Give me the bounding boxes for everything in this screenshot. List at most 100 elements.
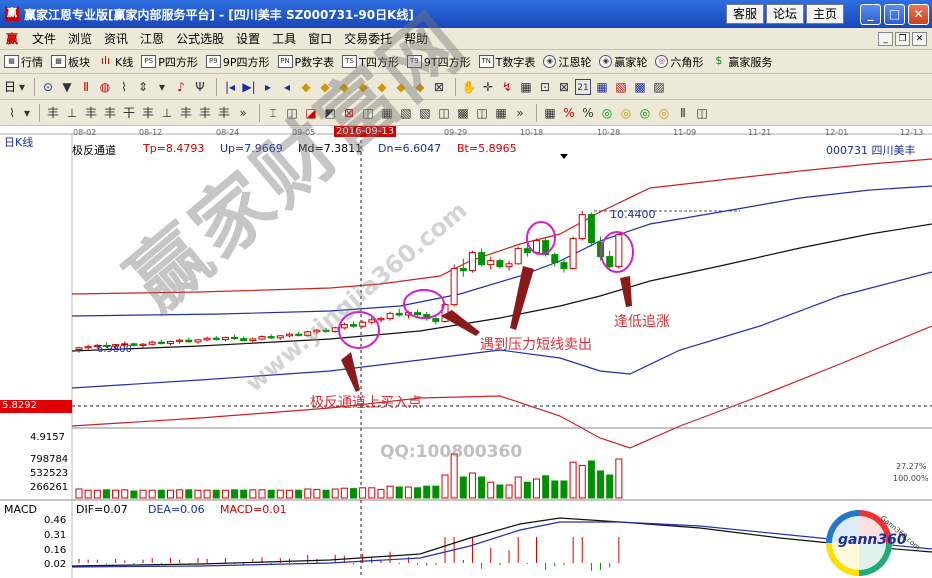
- tool-icon[interactable]: Ⅱ: [78, 79, 94, 95]
- tool-icon[interactable]: ▶|: [241, 79, 257, 95]
- tool-icon[interactable]: ⊙: [40, 79, 56, 95]
- draw-tool-icon[interactable]: ◫: [474, 105, 490, 121]
- circle-tool-icon[interactable]: ◎: [599, 105, 615, 121]
- candle-body: [148, 341, 156, 345]
- volume-bar: [533, 478, 540, 499]
- winner-service-button[interactable]: $ 赢家服务: [711, 54, 772, 70]
- macd-tick: 0.31: [44, 530, 67, 541]
- volume-bar: [505, 484, 513, 499]
- tool-icon[interactable]: |◂: [222, 79, 238, 95]
- draw-tool-icon[interactable]: 丰: [216, 105, 232, 121]
- period-select[interactable]: 日: [4, 78, 16, 95]
- mdi-restore-icon[interactable]: ❐: [895, 32, 910, 46]
- circle-tool-icon[interactable]: ◎: [618, 105, 634, 121]
- p-square-button[interactable]: PS P四方形: [141, 54, 198, 70]
- tool-icon[interactable]: ⊡: [537, 79, 553, 95]
- draw-tool-icon[interactable]: 丰: [45, 105, 61, 121]
- menu-browse[interactable]: 浏览: [62, 31, 98, 47]
- volume-bar: [514, 476, 522, 499]
- hexagon-button[interactable]: ◎ 六角形: [655, 54, 703, 70]
- tool-icon[interactable]: ↯: [499, 79, 515, 95]
- menu-info[interactable]: 资讯: [98, 31, 134, 47]
- t-number-table-button[interactable]: TN T数字表: [478, 54, 535, 70]
- tool-icon[interactable]: ⇕: [135, 79, 151, 95]
- 9p-square-button[interactable]: P9 9P四方形: [205, 54, 270, 70]
- draw-tool-icon[interactable]: 干: [121, 105, 137, 121]
- period-dropdown-icon[interactable]: ▾: [18, 79, 26, 95]
- volume-bar: [276, 489, 284, 499]
- tool-icon[interactable]: ♪: [173, 79, 189, 95]
- volume-bar: [203, 489, 211, 499]
- close-icon[interactable]: ✕: [908, 4, 929, 25]
- tool-icon[interactable]: ▦: [594, 79, 610, 95]
- volume-bar: [212, 489, 220, 499]
- dropdown-icon[interactable]: ▾: [23, 105, 31, 121]
- tool-icon[interactable]: ▦: [518, 79, 534, 95]
- candle-body: [139, 343, 147, 346]
- tool-icon[interactable]: ▾: [154, 79, 170, 95]
- service-button[interactable]: 客服: [726, 4, 765, 24]
- percent-icon[interactable]: %: [561, 105, 577, 121]
- menu-tools[interactable]: 工具: [266, 31, 302, 47]
- menu-settings[interactable]: 设置: [230, 31, 266, 47]
- percent-icon[interactable]: %: [580, 105, 596, 121]
- table-icon[interactable]: ▦: [542, 105, 558, 121]
- candle-body: [249, 338, 257, 342]
- tool-icon[interactable]: ◍: [97, 79, 113, 95]
- chart-area[interactable]: 08-02 08-12 08-24 09-05 2016-09-13 09-29…: [0, 0, 932, 578]
- circle-tool-icon[interactable]: ◎: [656, 105, 672, 121]
- circle-tool-icon[interactable]: ◎: [637, 105, 653, 121]
- maximize-icon[interactable]: □: [884, 4, 905, 25]
- candle-body: [514, 248, 522, 265]
- volume-bar: [496, 484, 504, 499]
- tool-icon[interactable]: Ψ: [192, 79, 208, 95]
- candle-body: [212, 337, 220, 340]
- kline-chart[interactable]: [0, 126, 932, 578]
- draw-tool-icon[interactable]: ▦: [493, 105, 509, 121]
- winner-wheel-button[interactable]: ◉ 赢家轮: [599, 54, 647, 70]
- tool-icon[interactable]: ▧: [613, 79, 629, 95]
- menu-file[interactable]: 文件: [26, 31, 62, 47]
- volume-bar: [578, 464, 586, 499]
- draw-tool-icon[interactable]: 丰: [178, 105, 194, 121]
- forum-button[interactable]: 论坛: [766, 4, 805, 24]
- draw-tool-icon[interactable]: Ⅱ: [675, 105, 691, 121]
- draw-tool-icon[interactable]: ◫: [694, 105, 710, 121]
- draw-tool-icon[interactable]: 丰: [140, 105, 156, 121]
- draw-tool-icon[interactable]: ⊥: [159, 105, 175, 121]
- menu-formula[interactable]: 公式选股: [170, 31, 230, 47]
- minimize-icon[interactable]: _: [860, 4, 881, 25]
- tool-icon[interactable]: ⌇: [116, 79, 132, 95]
- crosshair-icon[interactable]: ✛: [480, 79, 496, 95]
- draw-tool-icon[interactable]: 丰: [197, 105, 213, 121]
- tool-icon[interactable]: ▸: [260, 79, 276, 95]
- mdi-close-icon[interactable]: ✕: [912, 32, 927, 46]
- gann-wheel-button[interactable]: ◉ 江恩轮: [543, 54, 591, 70]
- tool-icon[interactable]: ▨: [651, 79, 667, 95]
- calendar-icon[interactable]: 21: [575, 78, 592, 95]
- kline-button[interactable]: ılı K线: [98, 54, 133, 70]
- quotes-button[interactable]: ▦ 行情: [4, 54, 43, 70]
- candle-body: [459, 268, 467, 272]
- sector-button[interactable]: ▩ 板块: [51, 54, 90, 70]
- draw-tool-icon[interactable]: 丰: [102, 105, 118, 121]
- more-icon[interactable]: »: [512, 105, 528, 121]
- draw-tool-icon[interactable]: ▩: [455, 105, 471, 121]
- volume-bar: [157, 489, 165, 499]
- tool-icon[interactable]: ▼: [59, 79, 75, 95]
- dollar-icon: $: [715, 54, 723, 67]
- date-label: 08-12: [139, 128, 163, 137]
- mdi-minimize-icon[interactable]: _: [878, 32, 893, 46]
- volume-bar: [350, 488, 357, 499]
- menu-window[interactable]: 窗口: [302, 31, 338, 47]
- macd-dea: DEA=0.06: [148, 503, 205, 516]
- draw-tool-icon[interactable]: 丰: [83, 105, 99, 121]
- menu-gann[interactable]: 江恩: [134, 31, 170, 47]
- tool-icon[interactable]: ▩: [632, 79, 648, 95]
- tool-icon[interactable]: ⌇: [4, 105, 20, 121]
- draw-tool-icon[interactable]: ⊥: [64, 105, 80, 121]
- home-button[interactable]: 主页: [806, 4, 845, 24]
- tool-icon[interactable]: ⊠: [556, 79, 572, 95]
- more-icon[interactable]: »: [235, 105, 251, 121]
- annotation-buy-entry: 极反通道上买入点: [310, 395, 422, 411]
